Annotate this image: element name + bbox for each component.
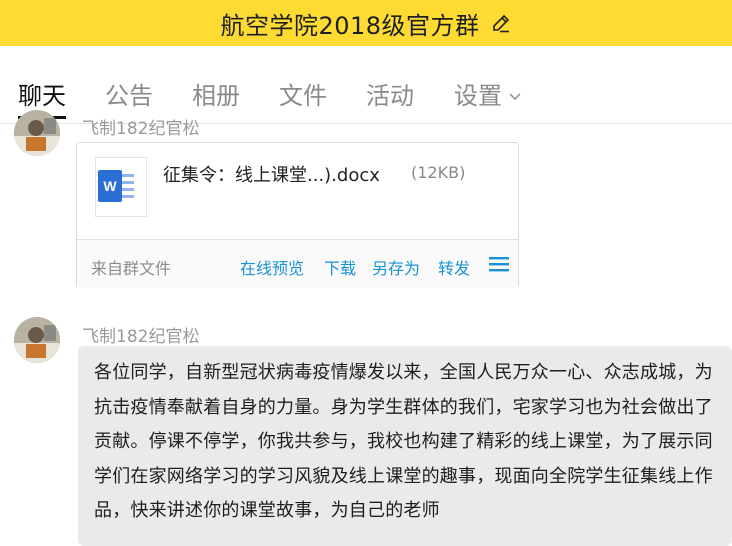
chevron-down-icon xyxy=(509,93,521,101)
file-source-label: 来自群文件 xyxy=(91,259,172,278)
tab-settings-label: 设置 xyxy=(454,82,502,110)
preview-online-link[interactable]: 在线预览 xyxy=(240,255,304,279)
avatar[interactable] xyxy=(14,317,60,363)
svg-text:W: W xyxy=(103,178,117,194)
tab-album[interactable]: 相册 xyxy=(192,76,240,111)
save-as-link[interactable]: 另存为 xyxy=(372,255,420,279)
file-message-card[interactable]: W 征集令：线上课堂...).docx (12KB) 来自群文件 在线预览 下载… xyxy=(76,142,519,288)
sender-name: 飞制182纪官松 xyxy=(82,119,200,139)
tab-activities[interactable]: 活动 xyxy=(366,76,414,111)
group-title: 航空学院2018级官方群 xyxy=(220,11,480,40)
title-bar: 航空学院2018级官方群 xyxy=(0,0,732,46)
tab-settings[interactable]: 设置 xyxy=(454,76,522,111)
forward-link[interactable]: 转发 xyxy=(438,255,470,279)
edit-pencil-icon[interactable] xyxy=(490,12,512,34)
download-link[interactable]: 下载 xyxy=(324,255,356,279)
word-doc-icon: W xyxy=(95,157,147,217)
tab-files[interactable]: 文件 xyxy=(279,76,327,111)
sender-name: 飞制182纪官松 xyxy=(82,327,200,347)
tab-bar: 聊天 公告 相册 文件 活动 设置 xyxy=(0,46,732,124)
file-name: 征集令：线上课堂...).docx xyxy=(163,165,380,186)
more-menu-icon[interactable] xyxy=(488,254,510,274)
file-size: (12KB) xyxy=(411,163,466,182)
text-message-bubble: 各位同学，自新型冠状病毒疫情爆发以来，全国人民万众一心、众志成城，为抗击疫情奉献… xyxy=(78,346,732,546)
file-actions-bar: 来自群文件 在线预览 下载 另存为 转发 xyxy=(77,240,518,288)
avatar[interactable] xyxy=(14,110,60,156)
tab-announcements[interactable]: 公告 xyxy=(105,76,153,111)
message-text: 各位同学，自新型冠状病毒疫情爆发以来，全国人民万众一心、众志成城，为抗击疫情奉献… xyxy=(94,362,713,521)
tab-chat[interactable]: 聊天 xyxy=(18,76,66,111)
